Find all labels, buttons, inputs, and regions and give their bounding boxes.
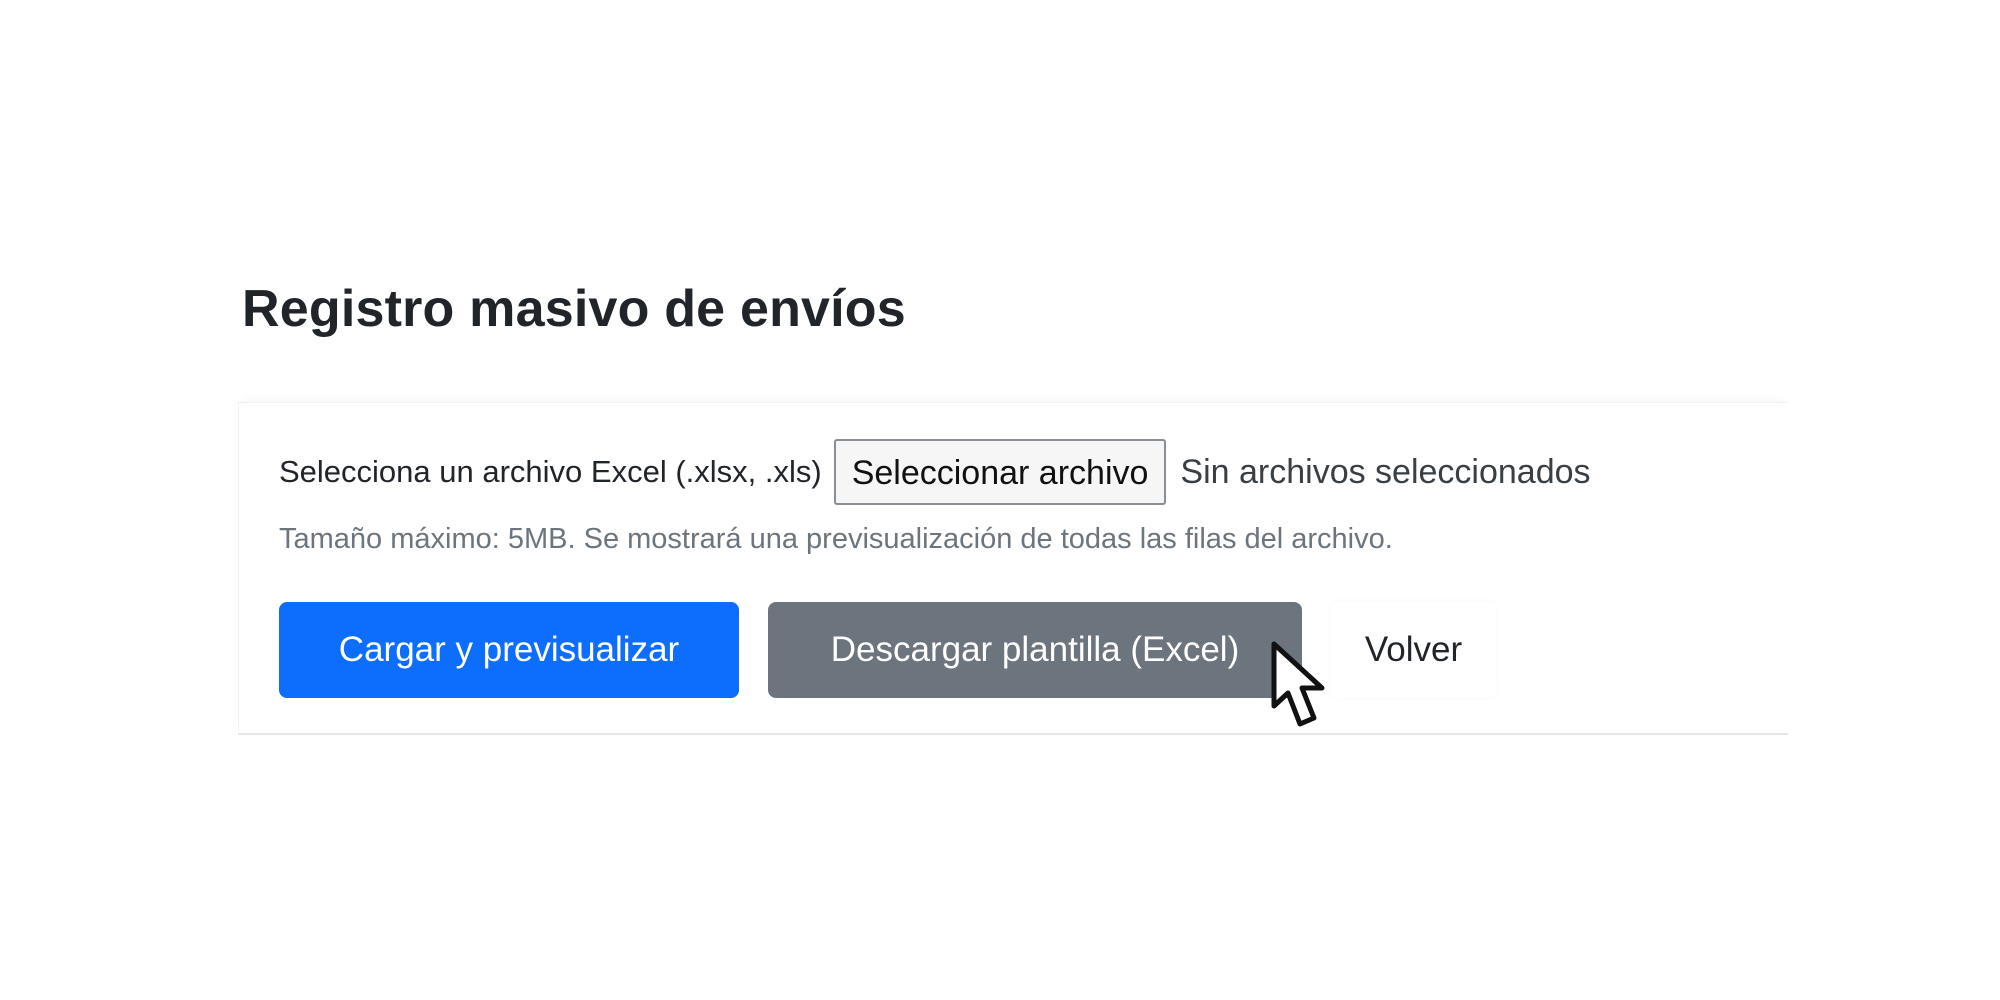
- file-input-label: Selecciona un archivo Excel (.xlsx, .xls…: [279, 454, 822, 489]
- select-file-button[interactable]: Seleccionar archivo: [833, 439, 1167, 505]
- page-title: Registro masivo de envíos: [242, 280, 906, 338]
- file-help-text: Tamaño máximo: 5MB. Se mostrará una prev…: [279, 523, 1393, 555]
- download-template-button[interactable]: Descargar plantilla (Excel): [768, 602, 1302, 698]
- mouse-pointer-icon: [1271, 641, 1325, 727]
- upload-card: Selecciona un archivo Excel (.xlsx, .xls…: [238, 402, 1788, 735]
- file-input-row: Selecciona un archivo Excel (.xlsx, .xls…: [279, 439, 1591, 505]
- back-button[interactable]: Volver: [1331, 602, 1496, 698]
- upload-preview-button[interactable]: Cargar y previsualizar: [279, 602, 739, 698]
- file-status-text: Sin archivos seleccionados: [1180, 452, 1591, 491]
- page: Registro masivo de envíos Selecciona un …: [0, 0, 2000, 1000]
